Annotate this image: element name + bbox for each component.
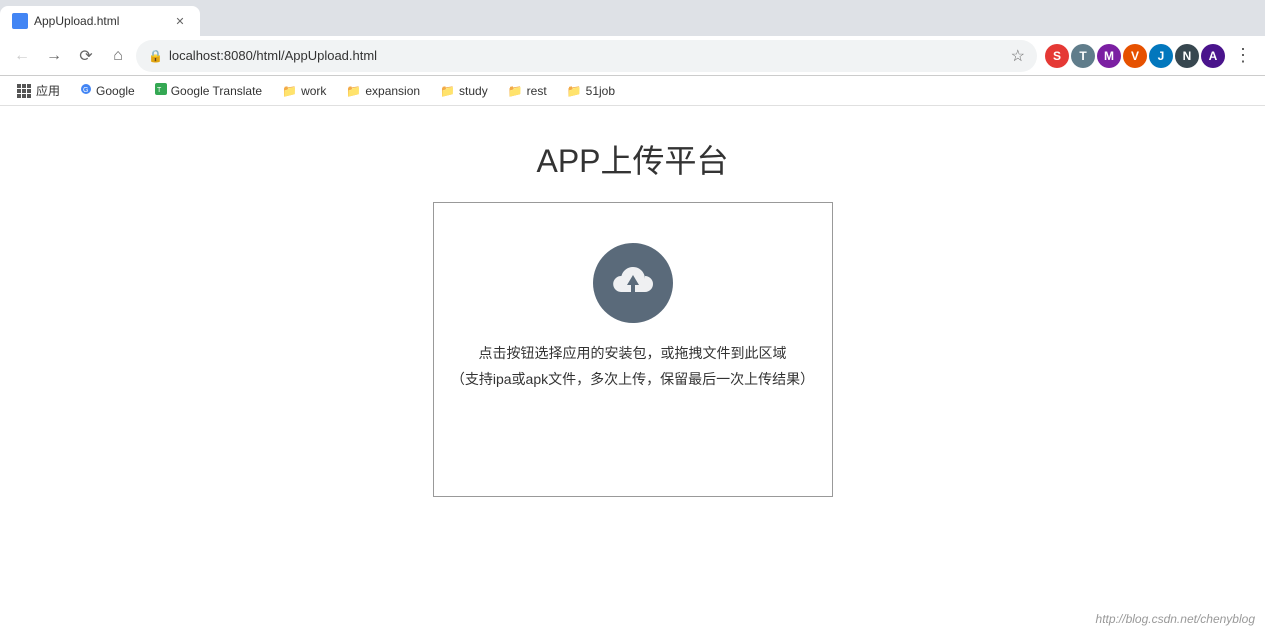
bookmarks-bar: 应用 G Google T Google Translate 📁 work 📁 …	[0, 76, 1265, 106]
apps-label: 应用	[36, 82, 60, 99]
bookmark-star-icon[interactable]: ☆	[1011, 46, 1025, 66]
ext3-icon[interactable]: M	[1097, 44, 1121, 68]
tab-bar: AppUpload.html ✕	[0, 0, 1265, 36]
reload-button[interactable]: ⟳	[72, 42, 100, 70]
folder-51job-icon: 📁	[567, 84, 582, 98]
bookmark-work-label: work	[301, 84, 326, 98]
upload-area[interactable]: 点击按钮选择应用的安装包，或拖拽文件到此区域 （支持ipa或apk文件，多次上传…	[433, 202, 833, 497]
toolbar: ← → ⟳ ⌂ 🔒 ☆ S T M V J N A ⋮	[0, 36, 1265, 76]
bookmark-google-translate[interactable]: T Google Translate	[147, 81, 270, 100]
menu-button[interactable]: ⋮	[1229, 42, 1257, 70]
bookmark-expansion-label: expansion	[365, 84, 420, 98]
bookmark-study-label: study	[459, 84, 488, 98]
bookmark-google-label: Google	[96, 84, 135, 98]
ext7-icon[interactable]: A	[1201, 44, 1225, 68]
folder-rest-icon: 📁	[508, 84, 523, 98]
cloud-upload-icon	[609, 259, 657, 307]
tab-close-button[interactable]: ✕	[172, 13, 188, 29]
extension-icons: S T M V J N A	[1045, 44, 1225, 68]
bookmark-work[interactable]: 📁 work	[274, 82, 334, 100]
ext5-icon[interactable]: J	[1149, 44, 1173, 68]
upload-icon-circle	[593, 243, 673, 323]
google-favicon: G	[80, 83, 92, 98]
page-title: APP上传平台	[536, 136, 728, 182]
lock-icon: 🔒	[148, 49, 163, 63]
bookmark-google-translate-label: Google Translate	[171, 84, 262, 98]
upload-main-text: 点击按钮选择应用的安装包，或拖拽文件到此区域	[479, 343, 787, 363]
address-input[interactable]	[169, 48, 1005, 63]
svg-text:T: T	[157, 87, 162, 94]
watermark: http://blog.csdn.net/chenyblog	[1096, 612, 1255, 626]
home-button[interactable]: ⌂	[104, 42, 132, 70]
upload-sub-text: （支持ipa或apk文件，多次上传，保留最后一次上传结果）	[451, 369, 814, 389]
apps-grid-button[interactable]: 应用	[8, 80, 68, 101]
bookmark-study[interactable]: 📁 study	[432, 82, 496, 100]
folder-work-icon: 📁	[282, 84, 297, 98]
forward-button[interactable]: →	[40, 42, 68, 70]
folder-study-icon: 📁	[440, 84, 455, 98]
apps-grid-icon	[16, 83, 32, 99]
back-button[interactable]: ←	[8, 42, 36, 70]
ext1-icon[interactable]: S	[1045, 44, 1069, 68]
bookmark-rest-label: rest	[527, 84, 547, 98]
folder-expansion-icon: 📁	[346, 84, 361, 98]
page-content: APP上传平台 点击按钮选择应用的安装包，或拖拽文件到此区域 （支持ipa或ap…	[0, 106, 1265, 636]
tab-favicon	[12, 13, 28, 29]
bookmark-rest[interactable]: 📁 rest	[500, 82, 555, 100]
google-translate-favicon: T	[155, 83, 167, 98]
bookmark-51job-label: 51job	[586, 84, 615, 98]
ext6-icon[interactable]: N	[1175, 44, 1199, 68]
bookmark-expansion[interactable]: 📁 expansion	[338, 82, 428, 100]
tab-title: AppUpload.html	[34, 14, 166, 28]
address-bar-container[interactable]: 🔒 ☆	[136, 40, 1037, 72]
ext4-icon[interactable]: V	[1123, 44, 1147, 68]
svg-text:G: G	[83, 87, 88, 94]
ext2-icon[interactable]: T	[1071, 44, 1095, 68]
bookmark-51job[interactable]: 📁 51job	[559, 82, 623, 100]
active-tab[interactable]: AppUpload.html ✕	[0, 6, 200, 36]
bookmark-google[interactable]: G Google	[72, 81, 143, 100]
